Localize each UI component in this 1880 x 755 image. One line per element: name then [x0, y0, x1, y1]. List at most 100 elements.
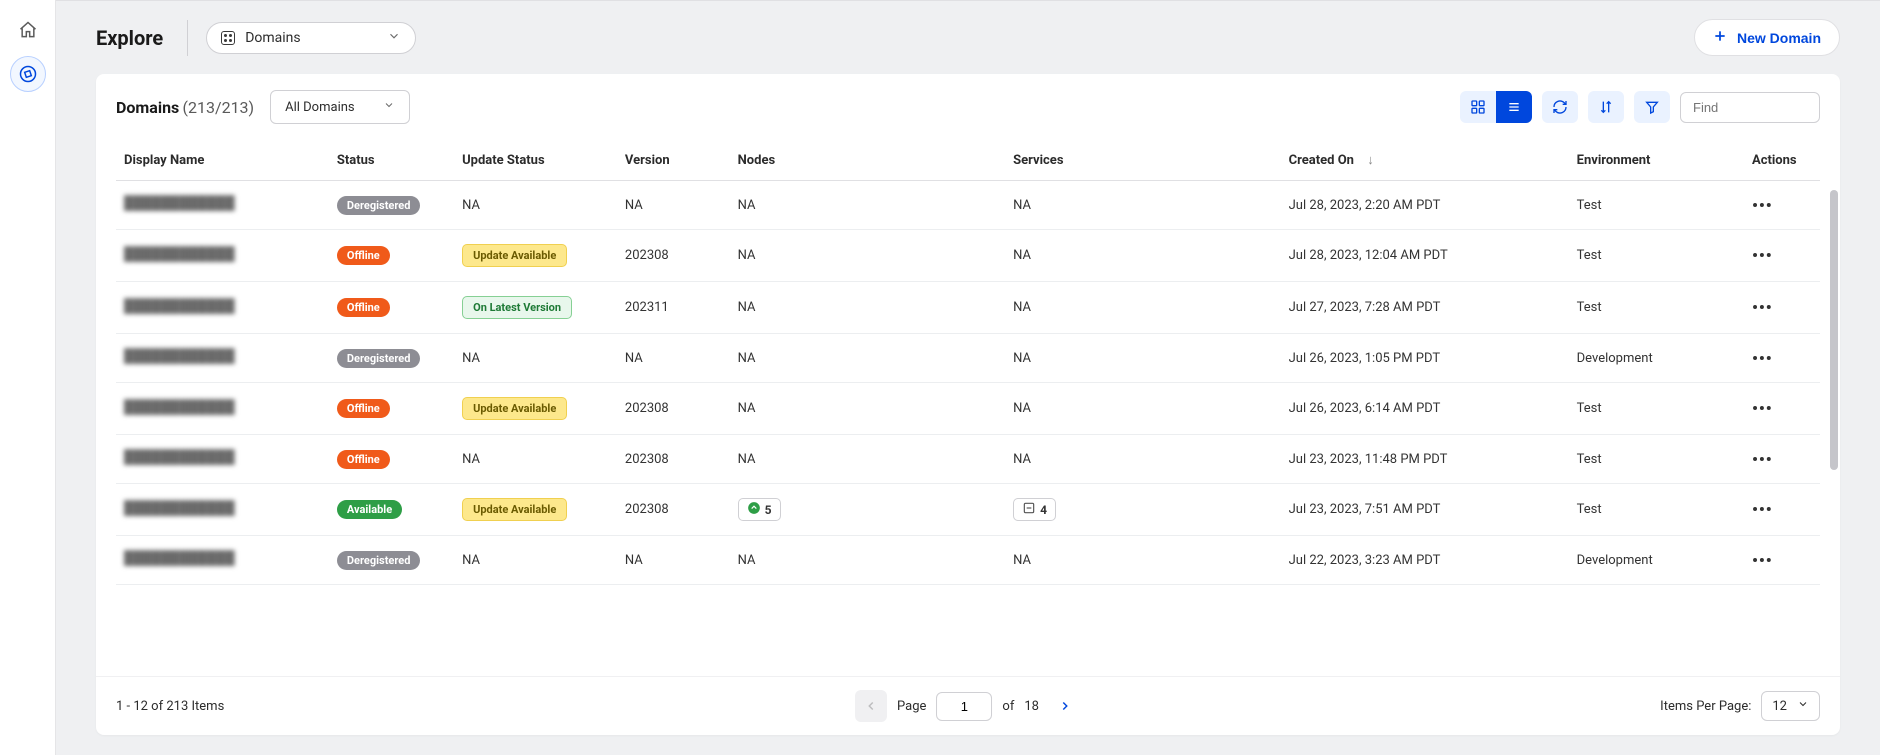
- row-actions-button[interactable]: •••: [1752, 500, 1773, 519]
- services-na: NA: [1013, 300, 1031, 315]
- filter-label: All Domains: [285, 100, 355, 115]
- scrollbar[interactable]: [1830, 190, 1838, 470]
- status-badge: Offline: [337, 298, 390, 317]
- update-status-na: NA: [462, 351, 480, 366]
- services-na: NA: [1013, 553, 1031, 568]
- environment-value: Test: [1577, 401, 1602, 416]
- created-on-value: Jul 26, 2023, 6:14 AM PDT: [1289, 401, 1441, 416]
- section-title: Domains: [116, 98, 179, 117]
- display-name-redacted[interactable]: ████████████: [124, 298, 235, 314]
- list-view-button[interactable]: [1496, 91, 1532, 123]
- services-na: NA: [1013, 248, 1031, 263]
- table-row: ████████████OfflineNA202308NANAJul 23, 2…: [116, 435, 1820, 484]
- row-actions-button[interactable]: •••: [1752, 450, 1773, 469]
- row-actions-button[interactable]: •••: [1752, 196, 1773, 215]
- sort-button[interactable]: [1588, 91, 1624, 123]
- update-status-na: NA: [462, 198, 480, 213]
- items-per-label: Items Per Page:: [1660, 699, 1751, 714]
- row-actions-button[interactable]: •••: [1752, 349, 1773, 368]
- col-services[interactable]: Services: [1005, 140, 1281, 181]
- environment-value: Test: [1577, 452, 1602, 467]
- nodes-na: NA: [738, 198, 756, 213]
- section-count: (213/213): [183, 98, 255, 117]
- col-update-status[interactable]: Update Status: [454, 140, 617, 181]
- display-name-redacted[interactable]: ████████████: [124, 550, 235, 566]
- new-domain-button[interactable]: New Domain: [1694, 19, 1840, 56]
- table-row: ████████████OfflineOn Latest Version2023…: [116, 282, 1820, 334]
- header-bar: Explore Domains New Domain: [56, 1, 1880, 74]
- next-page-button[interactable]: [1049, 690, 1081, 722]
- domain-picker[interactable]: Domains: [206, 22, 416, 54]
- table-row: ████████████DeregisteredNANANANAJul 22, …: [116, 536, 1820, 585]
- environment-value: Development: [1577, 553, 1653, 568]
- refresh-button[interactable]: [1542, 91, 1578, 123]
- grid-view-button[interactable]: [1460, 91, 1496, 123]
- table-row: ████████████OfflineUpdate Available20230…: [116, 383, 1820, 435]
- status-badge: Deregistered: [337, 196, 421, 215]
- pagination: 1 - 12 of 213 Items Page of 18 Items Per…: [96, 676, 1840, 735]
- nodes-badge[interactable]: 5: [738, 498, 781, 521]
- version-value: 202308: [625, 502, 669, 517]
- created-on-value: Jul 26, 2023, 1:05 PM PDT: [1289, 351, 1441, 366]
- environment-value: Test: [1577, 248, 1602, 263]
- display-name-redacted[interactable]: ████████████: [124, 449, 235, 465]
- search-input[interactable]: [1680, 92, 1820, 123]
- display-name-redacted[interactable]: ████████████: [124, 348, 235, 364]
- row-actions-button[interactable]: •••: [1752, 551, 1773, 570]
- update-status-na: NA: [462, 553, 480, 568]
- table-row: ████████████OfflineUpdate Available20230…: [116, 230, 1820, 282]
- row-actions-button[interactable]: •••: [1752, 298, 1773, 317]
- services-na: NA: [1013, 452, 1031, 467]
- row-actions-button[interactable]: •••: [1752, 246, 1773, 265]
- display-name-redacted[interactable]: ████████████: [124, 195, 235, 211]
- created-on-value: Jul 23, 2023, 11:48 PM PDT: [1289, 452, 1448, 467]
- on-latest-badge: On Latest Version: [462, 296, 572, 319]
- services-na: NA: [1013, 351, 1031, 366]
- col-nodes[interactable]: Nodes: [730, 140, 1006, 181]
- created-on-value: Jul 28, 2023, 12:04 AM PDT: [1289, 248, 1448, 263]
- environment-value: Test: [1577, 300, 1602, 315]
- col-created-on[interactable]: Created On ↓: [1281, 140, 1569, 181]
- services-badge[interactable]: 4: [1013, 498, 1056, 521]
- page-input[interactable]: [936, 692, 992, 721]
- col-created-label: Created On: [1289, 153, 1354, 168]
- display-name-redacted[interactable]: ████████████: [124, 500, 235, 516]
- created-on-value: Jul 27, 2023, 7:28 AM PDT: [1289, 300, 1441, 315]
- environment-value: Development: [1577, 351, 1653, 366]
- col-display-name[interactable]: Display Name: [116, 140, 329, 181]
- nodes-na: NA: [738, 248, 756, 263]
- version-value: 202308: [625, 248, 669, 263]
- environment-value: Test: [1577, 502, 1602, 517]
- items-per-select[interactable]: 12: [1761, 691, 1820, 721]
- version-value: NA: [625, 198, 643, 213]
- services-na: NA: [1013, 401, 1031, 416]
- nodes-count: 5: [765, 503, 772, 517]
- items-per-value: 12: [1772, 699, 1787, 714]
- explore-icon[interactable]: [10, 56, 46, 92]
- col-version[interactable]: Version: [617, 140, 730, 181]
- nodes-na: NA: [738, 553, 756, 568]
- prev-page-button[interactable]: [855, 690, 887, 722]
- view-toggle: [1460, 91, 1536, 123]
- display-name-redacted[interactable]: ████████████: [124, 246, 235, 262]
- divider: [187, 20, 188, 56]
- version-value: NA: [625, 351, 643, 366]
- services-count: 4: [1040, 503, 1047, 517]
- row-actions-button[interactable]: •••: [1752, 399, 1773, 418]
- update-status-na: NA: [462, 452, 480, 467]
- created-on-value: Jul 22, 2023, 3:23 AM PDT: [1289, 553, 1441, 568]
- home-icon[interactable]: [10, 12, 46, 48]
- filter-button[interactable]: [1634, 91, 1670, 123]
- version-value: 202308: [625, 401, 669, 416]
- nodes-na: NA: [738, 401, 756, 416]
- update-available-badge: Update Available: [462, 498, 567, 521]
- status-badge: Deregistered: [337, 349, 421, 368]
- col-environment[interactable]: Environment: [1569, 140, 1744, 181]
- pagination-range: 1 - 12 of 213 Items: [116, 699, 224, 714]
- domain-filter-select[interactable]: All Domains: [270, 90, 410, 124]
- table-row: ████████████AvailableUpdate Available202…: [116, 484, 1820, 536]
- col-status[interactable]: Status: [329, 140, 454, 181]
- chevron-down-icon: [387, 29, 401, 47]
- display-name-redacted[interactable]: ████████████: [124, 399, 235, 415]
- col-actions[interactable]: Actions: [1744, 140, 1820, 181]
